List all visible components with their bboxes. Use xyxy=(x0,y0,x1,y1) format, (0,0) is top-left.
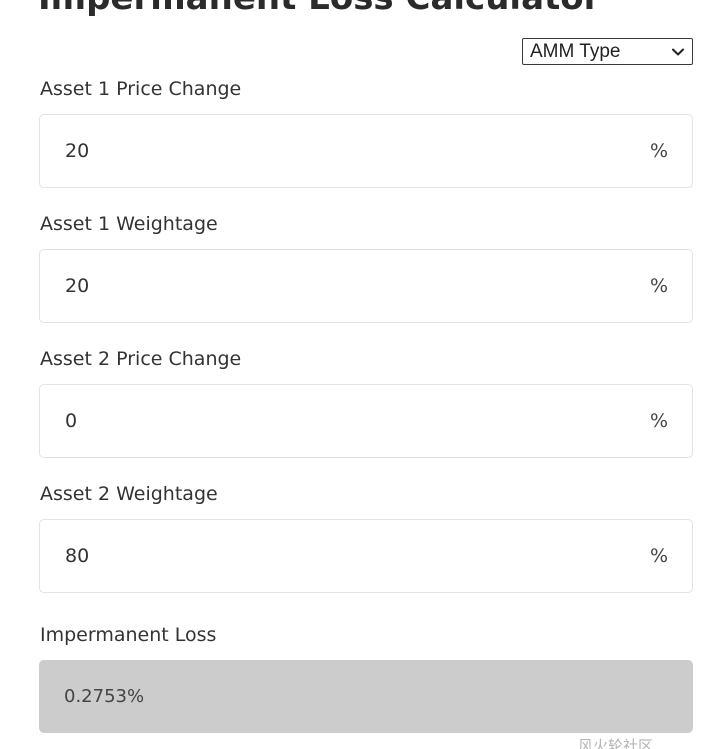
asset2-weightage-label: Asset 2 Weightage xyxy=(40,483,218,505)
asset1-price-change-label: Asset 1 Price Change xyxy=(40,78,242,100)
percent-unit: % xyxy=(649,410,668,432)
asset1-weightage-label: Asset 1 Weightage xyxy=(40,213,218,235)
calculator-page: Impermanent Loss Calculator AMM Type Ass… xyxy=(0,0,726,749)
asset2-price-change-input[interactable]: 0 % xyxy=(39,384,693,458)
impermanent-loss-value: 0.2753% xyxy=(64,686,145,707)
watermark-text: 风火轮社区 xyxy=(578,737,654,749)
impermanent-loss-output: 0.2753% xyxy=(39,660,693,733)
percent-unit: % xyxy=(649,275,668,297)
asset1-weightage-value: 20 xyxy=(65,275,90,297)
asset1-weightage-input[interactable]: 20 % xyxy=(39,249,693,323)
asset2-weightage-value: 80 xyxy=(65,545,90,567)
asset2-price-change-label: Asset 2 Price Change xyxy=(40,348,242,370)
asset2-price-change-value: 0 xyxy=(65,410,78,432)
percent-unit: % xyxy=(649,140,668,162)
asset1-price-change-value: 20 xyxy=(65,140,90,162)
amm-type-select-value: AMM Type xyxy=(530,40,621,62)
asset1-price-change-input[interactable]: 20 % xyxy=(39,114,693,188)
page-title: Impermanent Loss Calculator xyxy=(38,0,600,18)
chevron-down-icon xyxy=(672,48,684,55)
percent-unit: % xyxy=(649,545,668,567)
asset2-weightage-input[interactable]: 80 % xyxy=(39,519,693,593)
amm-type-select[interactable]: AMM Type xyxy=(522,38,693,65)
impermanent-loss-label: Impermanent Loss xyxy=(40,624,217,646)
